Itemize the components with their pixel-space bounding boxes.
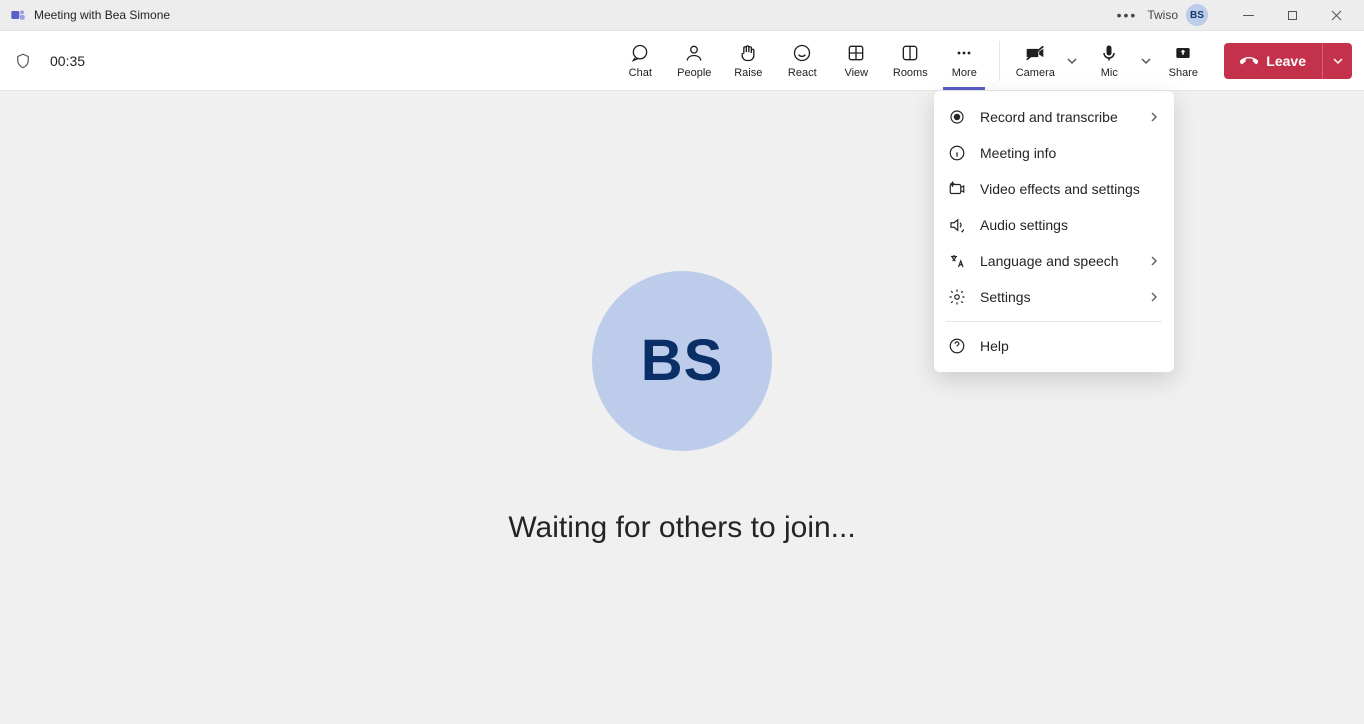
mic-options-chevron[interactable] bbox=[1136, 55, 1156, 67]
maximize-button[interactable] bbox=[1270, 0, 1314, 31]
menu-help-label: Help bbox=[980, 338, 1160, 354]
people-button[interactable]: People bbox=[667, 33, 721, 89]
participant-initials: BS bbox=[641, 327, 724, 394]
toolbar-divider bbox=[999, 41, 1000, 81]
menu-help[interactable]: Help bbox=[934, 328, 1174, 364]
react-button[interactable]: React bbox=[775, 33, 829, 89]
menu-record-label: Record and transcribe bbox=[980, 109, 1134, 125]
menu-info-label: Meeting info bbox=[980, 145, 1160, 161]
menu-language-label: Language and speech bbox=[980, 253, 1134, 269]
participant-avatar: BS bbox=[592, 271, 772, 451]
more-menu: Record and transcribe Meeting info Video… bbox=[934, 91, 1174, 372]
close-button[interactable] bbox=[1314, 0, 1358, 31]
rooms-label: Rooms bbox=[893, 67, 928, 79]
user-avatar[interactable]: BS bbox=[1186, 4, 1208, 26]
menu-video-label: Video effects and settings bbox=[980, 181, 1160, 197]
menu-settings[interactable]: Settings bbox=[934, 279, 1174, 315]
more-label: More bbox=[952, 67, 977, 79]
leave-options-chevron[interactable] bbox=[1322, 43, 1352, 79]
waiting-text: Waiting for others to join... bbox=[508, 511, 855, 545]
menu-audio-label: Audio settings bbox=[980, 217, 1160, 233]
window-title: Meeting with Bea Simone bbox=[34, 8, 170, 22]
chat-label: Chat bbox=[629, 67, 652, 79]
raise-label: Raise bbox=[734, 67, 762, 79]
chevron-right-icon bbox=[1148, 255, 1160, 267]
menu-audio-settings[interactable]: Audio settings bbox=[934, 207, 1174, 243]
camera-label: Camera bbox=[1016, 67, 1055, 79]
teams-icon bbox=[10, 7, 26, 23]
leave-button[interactable]: Leave bbox=[1224, 43, 1322, 79]
menu-separator bbox=[946, 321, 1162, 322]
shield-icon[interactable] bbox=[14, 52, 32, 70]
titlebar: Meeting with Bea Simone ••• Twiso BS bbox=[0, 0, 1364, 31]
view-label: View bbox=[844, 67, 868, 79]
camera-options-chevron[interactable] bbox=[1062, 55, 1082, 67]
chat-button[interactable]: Chat bbox=[613, 33, 667, 89]
call-timer: 00:35 bbox=[50, 53, 85, 69]
view-button[interactable]: View bbox=[829, 33, 883, 89]
people-label: People bbox=[677, 67, 711, 79]
menu-meeting-info[interactable]: Meeting info bbox=[934, 135, 1174, 171]
menu-record-transcribe[interactable]: Record and transcribe bbox=[934, 99, 1174, 135]
mic-label: Mic bbox=[1101, 67, 1118, 79]
chevron-right-icon bbox=[1148, 291, 1160, 303]
chevron-right-icon bbox=[1148, 111, 1160, 123]
tenant-name[interactable]: Twiso bbox=[1147, 8, 1178, 22]
minimize-button[interactable] bbox=[1226, 0, 1270, 31]
share-label: Share bbox=[1169, 67, 1198, 79]
menu-video-effects[interactable]: Video effects and settings bbox=[934, 171, 1174, 207]
leave-label: Leave bbox=[1266, 53, 1306, 69]
react-label: React bbox=[788, 67, 817, 79]
more-button[interactable]: More bbox=[937, 33, 991, 89]
mic-button[interactable]: Mic bbox=[1082, 33, 1136, 89]
camera-button[interactable]: Camera bbox=[1008, 33, 1062, 89]
titlebar-more-icon[interactable]: ••• bbox=[1107, 7, 1148, 23]
meeting-toolbar: 00:35 Chat People Raise React View Rooms… bbox=[0, 31, 1364, 91]
share-button[interactable]: Share bbox=[1156, 33, 1210, 89]
menu-language-speech[interactable]: Language and speech bbox=[934, 243, 1174, 279]
raise-hand-button[interactable]: Raise bbox=[721, 33, 775, 89]
menu-settings-label: Settings bbox=[980, 289, 1134, 305]
rooms-button[interactable]: Rooms bbox=[883, 33, 937, 89]
